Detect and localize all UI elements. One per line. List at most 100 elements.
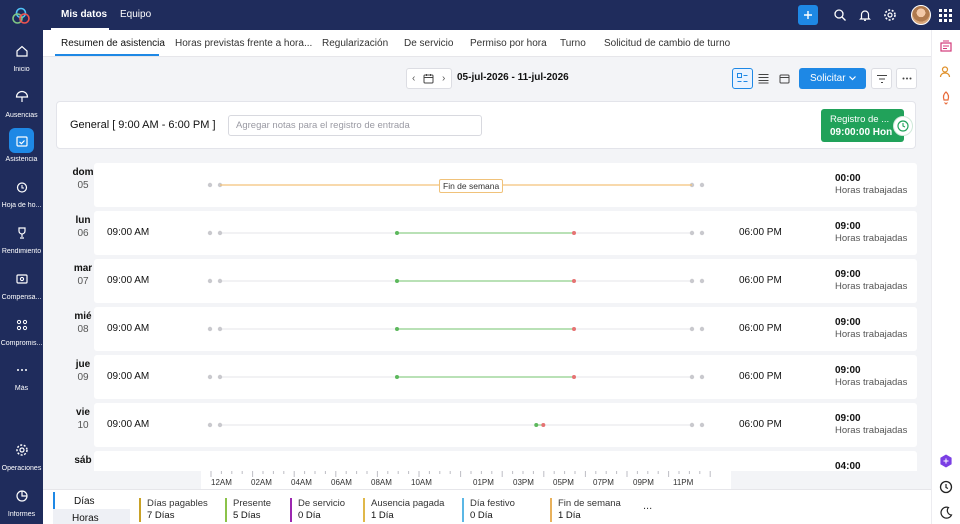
nav-item-timesheet[interactable]: Hoja de ho... <box>0 174 43 220</box>
nav-item-compensation[interactable]: Compensa... <box>0 266 43 312</box>
more-options-button[interactable] <box>896 68 917 89</box>
dark-mode-icon[interactable] <box>939 506 953 520</box>
nav-item-umbrella[interactable]: Ausencias <box>0 84 43 130</box>
active-subtab-indicator <box>55 54 159 56</box>
check-in-marker <box>534 423 539 427</box>
stat-label: Ausencia pagada <box>371 498 445 509</box>
timeline-endpoint <box>217 422 223 428</box>
tab-mis-datos[interactable]: Mis datos <box>61 9 107 20</box>
search-icon[interactable] <box>833 8 847 22</box>
day-timeline <box>207 326 705 332</box>
weekend-label: Fin de semana <box>439 179 504 193</box>
day-card[interactable]: 09:00 AM 06:00 PM 09:00 Horas trabajadas <box>94 259 917 303</box>
request-button[interactable]: Solicitar <box>799 68 866 89</box>
tab-hours[interactable]: Horas <box>53 509 130 524</box>
rocket-icon[interactable] <box>939 91 953 105</box>
checkin-button[interactable]: Registro de ... 09:00:00 Hon <box>821 109 904 142</box>
nav-item-trophy[interactable]: Rendimiento <box>0 220 43 266</box>
check-in-marker <box>395 279 399 283</box>
tab-equipo[interactable]: Equipo <box>120 9 151 20</box>
subtab-permiso-por-hora[interactable]: Permiso por hora <box>470 38 547 49</box>
day-card[interactable]: 09:00 AM 06:00 PM 09:00 Horas trabajadas <box>94 211 917 255</box>
more-icon <box>9 357 34 382</box>
ai-assistant-icon[interactable] <box>939 454 953 468</box>
day-card[interactable]: 00:00 Horas trabajadas Fin de semana <box>94 163 917 207</box>
day-card[interactable]: 04:00 <box>94 451 917 471</box>
summary-stat: Días pagables 7 Días <box>139 498 208 522</box>
umbrella-icon <box>9 84 34 109</box>
stat-label: Fin de semana <box>558 498 621 509</box>
hours-worked-value: 09:00 <box>835 413 861 424</box>
nav-item-calendar-check[interactable]: Asistencia <box>0 128 43 174</box>
filter-button[interactable] <box>871 68 892 89</box>
avatar[interactable] <box>911 5 931 25</box>
day-row: vie 10 09:00 AM 06:00 PM 09:00 Horas trabajad… <box>43 403 931 447</box>
subtab-horas-previstas[interactable]: Horas previstas frente a hora... <box>175 38 312 49</box>
reports-icon <box>9 483 34 508</box>
timeline-endpoint <box>207 182 213 188</box>
check-out-marker <box>572 231 576 235</box>
prev-week-button[interactable]: ‹ <box>412 73 415 84</box>
add-button[interactable] <box>798 5 818 25</box>
checkin-notes-input[interactable] <box>228 115 482 136</box>
hours-worked-value: 09:00 <box>835 365 861 376</box>
trophy-icon <box>9 220 34 245</box>
calendar-check-icon <box>9 128 34 153</box>
subtab-cambio-turno[interactable]: Solicitud de cambio de turno <box>604 38 730 49</box>
check-out-marker <box>572 327 576 331</box>
nav-item-home[interactable]: Inicio <box>0 38 43 84</box>
more-stats-button[interactable]: ... <box>643 500 652 512</box>
day-card[interactable]: 09:00 AM 06:00 PM 09:00 Horas trabajadas <box>94 355 917 399</box>
date-navigator: ‹ › <box>406 68 452 89</box>
subtab-resumen[interactable]: Resumen de asistencia <box>61 38 165 49</box>
calendar-icon[interactable] <box>423 73 434 84</box>
checklist-icon[interactable] <box>939 39 953 53</box>
nav-item-label: Compensa... <box>1 294 42 301</box>
day-card[interactable]: 09:00 AM 06:00 PM 09:00 Horas trabajadas <box>94 403 917 447</box>
grid-icon[interactable] <box>939 9 952 22</box>
timeline-endpoint <box>699 326 705 332</box>
day-row: mar 07 09:00 AM 06:00 PM 09:00 Horas trabajad… <box>43 259 931 303</box>
brand-logo-icon <box>12 7 30 24</box>
subtab-turno[interactable]: Turno <box>560 38 586 49</box>
tab-days[interactable]: Días <box>53 492 130 509</box>
check-out-marker <box>572 279 576 283</box>
axis-label: 07PM <box>593 478 614 487</box>
nav-item-reports[interactable]: Informes <box>0 483 43 524</box>
nav-item-operations[interactable]: Operaciones <box>0 437 43 483</box>
stat-value: 1 Día <box>558 510 581 521</box>
subtab-de-servicio[interactable]: De servicio <box>404 38 453 49</box>
checkin-timer: 09:00:00 Hon <box>830 127 893 138</box>
next-week-button[interactable]: › <box>442 73 445 84</box>
bell-icon[interactable] <box>858 8 872 22</box>
day-timeline <box>207 422 705 428</box>
check-in-marker <box>395 375 399 379</box>
check-out-time: 06:00 PM <box>739 227 782 238</box>
nav-item-engagement[interactable]: Compromis... <box>0 312 43 358</box>
axis-label: 10AM <box>411 478 432 487</box>
gear-icon[interactable] <box>883 8 897 22</box>
day-card[interactable]: 09:00 AM 06:00 PM 09:00 Horas trabajadas <box>94 307 917 351</box>
check-out-time: 06:00 PM <box>739 419 782 430</box>
general-shift-card: General [ 9:00 AM - 6:00 PM ] Registro d… <box>56 101 916 149</box>
nav-item-more[interactable]: Más <box>0 357 43 403</box>
table-view-button[interactable] <box>753 68 774 89</box>
shift-title: General [ 9:00 AM - 6:00 PM ] <box>70 119 216 131</box>
timeline-endpoint <box>689 230 695 236</box>
checkin-clock-button[interactable] <box>893 116 913 136</box>
check-out-time: 06:00 PM <box>739 323 782 334</box>
hours-worked-label: Horas trabajadas <box>835 185 908 196</box>
user-settings-icon[interactable] <box>939 65 953 79</box>
list-view-button[interactable] <box>732 68 753 89</box>
hours-worked-label: Horas trabajadas <box>835 329 908 340</box>
table-view-icon <box>758 74 769 84</box>
check-out-marker <box>572 375 576 379</box>
timer-icon[interactable] <box>939 480 953 494</box>
summary-stat: De servicio 0 Día <box>290 498 345 522</box>
timeline-endpoint <box>689 326 695 332</box>
axis-label: 12AM <box>211 478 232 487</box>
request-label: Solicitar <box>810 73 846 84</box>
nav-item-label: Inicio <box>13 66 30 73</box>
calendar-view-button[interactable] <box>774 68 795 89</box>
subtab-regularizacion[interactable]: Regularización <box>322 38 388 49</box>
